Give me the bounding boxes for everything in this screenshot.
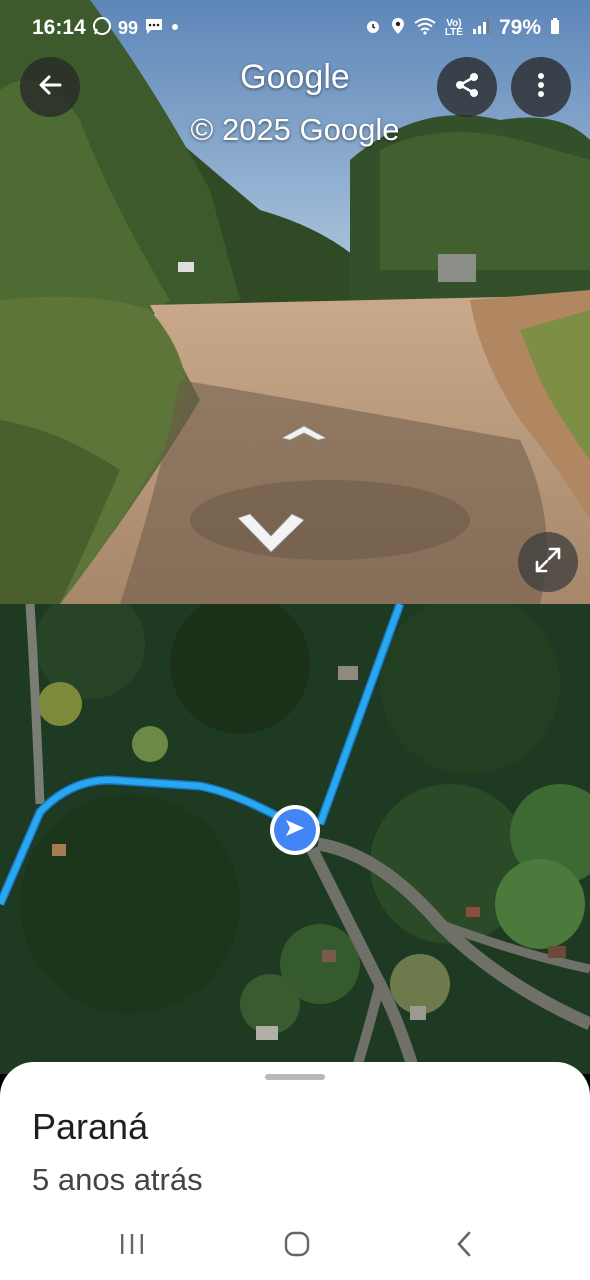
street-view-title: Google <box>240 58 350 96</box>
move-backward-button[interactable] <box>236 512 306 559</box>
share-icon <box>452 70 482 105</box>
notification-count: 99 <box>118 18 139 38</box>
home-button[interactable] <box>277 1230 317 1262</box>
back-arrow-icon <box>36 71 64 104</box>
alarm-icon <box>364 17 382 40</box>
dot-icon <box>170 16 180 41</box>
chevron-up-icon <box>280 425 328 446</box>
status-system-icons: Vo) LTE 79% <box>364 16 560 40</box>
status-bar: 16:14 99 Vo) LTE 79% <box>0 0 590 56</box>
back-nav-button[interactable] <box>444 1230 484 1262</box>
move-forward-button[interactable] <box>280 422 328 447</box>
more-options-button[interactable] <box>511 57 571 117</box>
whatsapp-icon <box>92 16 112 41</box>
expand-icon <box>533 545 563 580</box>
system-navigation-bar <box>0 1212 590 1280</box>
more-vert-icon <box>536 71 546 104</box>
battery-percent: 79% <box>498 16 541 39</box>
network-type-label: LTE <box>444 27 463 38</box>
sheet-drag-handle[interactable] <box>265 1074 325 1080</box>
back-button[interactable] <box>20 57 80 117</box>
recent-apps-icon <box>118 1232 146 1261</box>
image-date: 5 anos atrás <box>32 1162 203 1197</box>
back-chevron-icon <box>455 1231 473 1262</box>
signal-icon <box>472 17 490 40</box>
volte-icon: Vo) LTE <box>444 18 463 38</box>
share-button[interactable] <box>437 57 497 117</box>
navigation-arrow-icon <box>284 818 306 843</box>
status-time: 16:14 <box>32 16 86 39</box>
battery-icon <box>550 17 560 40</box>
status-notification-icons: 99 <box>92 16 180 41</box>
home-icon <box>284 1231 310 1262</box>
satellite-map[interactable] <box>0 604 590 1074</box>
location-icon <box>391 17 405 40</box>
expand-button[interactable] <box>518 532 578 592</box>
wifi-icon <box>414 17 436 40</box>
street-view-copyright: © 2025 Google <box>190 112 400 147</box>
chat-icon <box>144 16 164 41</box>
chevron-down-icon <box>236 513 306 558</box>
recent-apps-button[interactable] <box>112 1230 152 1262</box>
place-name: Paraná <box>32 1106 149 1147</box>
current-position-marker[interactable] <box>270 805 320 855</box>
